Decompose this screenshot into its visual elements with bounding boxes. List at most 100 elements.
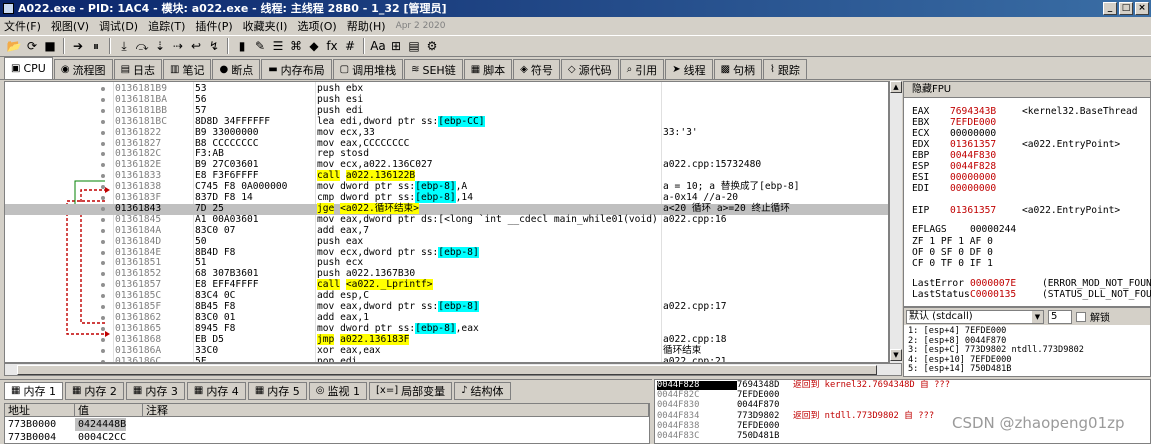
unlock-checkbox[interactable] (1076, 311, 1086, 322)
tab-graph[interactable]: ◉ 流程图 (53, 59, 113, 79)
menu-item[interactable]: 文件(F) (4, 18, 41, 34)
disasm-row[interactable]: 0136184D 50 push eax (5, 236, 888, 248)
open-icon[interactable]: 📂 (6, 38, 22, 54)
tab-memory-2[interactable]: ▦ 内存 3 (125, 381, 185, 400)
stack-row[interactable]: 0044F830 0044F870 (657, 401, 1147, 411)
register-value[interactable]: 00000000 (950, 183, 1022, 194)
register-laststatus[interactable]: LastStatusC0000135 (STATUS_DLL_NOT_FOU (912, 289, 1151, 300)
bookmark-icon[interactable]: ◆ (306, 38, 322, 54)
tab-trace[interactable]: ⌇ 跟踪 (763, 59, 807, 79)
tab-memory-0[interactable]: ▦ 内存 1 (4, 381, 63, 400)
breakpoint-dot-icon[interactable] (101, 348, 105, 353)
arguments-panel[interactable]: 默认 (stdcall) ▼ 5 解锁 1: [esp+4] 7EFDE000 2… (903, 307, 1151, 377)
patch-icon[interactable]: ✎ (252, 38, 268, 54)
disasm-row[interactable]: 0136181BC 8D8D 34FFFFFF lea edi,dword ptr … (5, 115, 888, 128)
register-esp[interactable]: ESP 0044F828 (912, 161, 1022, 172)
tab-handles[interactable]: ▩ 句柄 (713, 59, 763, 79)
tab-script[interactable]: ▦ 脚本 (463, 59, 513, 79)
function-icon[interactable]: fx (324, 38, 340, 54)
breakpoint-dot-icon[interactable] (101, 272, 105, 277)
argument-row[interactable]: 1: [esp+4] 7EFDE000 (908, 327, 1006, 336)
flags-row[interactable]: CF 0 TF 0 IF 1 (912, 258, 993, 269)
register-lasterror[interactable]: LastError 0000007E (ERROR_MOD_NOT_FOUN (912, 278, 1151, 289)
tab-struct-7[interactable]: ♪ 结构体 (454, 381, 511, 400)
breakpoint-dot-icon[interactable] (101, 228, 105, 233)
register-edi[interactable]: EDI 00000000 (912, 183, 1022, 194)
close-button[interactable]: × (1135, 2, 1149, 15)
disassembly-view[interactable]: 0136181B9 53 push ebx 0136181BA 56 push esi 01… (4, 81, 889, 363)
argument-row[interactable]: 3: [esp+C] 773D9802 ntdll.773D9802 (908, 346, 1084, 355)
restart-icon[interactable]: ⟳ (24, 38, 40, 54)
breakpoint-dot-icon[interactable] (101, 261, 105, 266)
maximize-button[interactable]: □ (1119, 2, 1133, 15)
breakpoint-dot-icon[interactable] (101, 315, 105, 320)
memory-value[interactable]: 0004C2CC (75, 431, 126, 444)
breakpoint-dot-icon[interactable] (101, 196, 105, 200)
stack-row[interactable]: 0044F82C 7EFDE000 (657, 390, 1147, 400)
breakpoint-dot-icon[interactable] (101, 294, 105, 299)
stack-row[interactable]: 0044F828 7694348D 返回到 kernel32.7694348D 自 … (657, 380, 1147, 391)
memory-address[interactable]: 773B0004 (5, 431, 56, 444)
breakpoint-dot-icon[interactable] (101, 174, 105, 179)
breakpoint-dot-icon[interactable] (101, 163, 105, 168)
breakpoint-dot-icon[interactable] (101, 108, 105, 113)
tab-watch-5[interactable]: ◎ 监视 1 (308, 381, 367, 400)
stack-view[interactable]: 0044F828 7694348D 返回到 kernel32.7694348D 自 … (654, 379, 1151, 444)
register-eip[interactable]: EIP 01361357 <a022.EntryPoint> (912, 205, 1120, 216)
argument-count-stepper[interactable]: 5 (1048, 309, 1072, 324)
tab-references[interactable]: ⌕ 引用 (619, 59, 665, 79)
tab-memory-3[interactable]: ▦ 内存 4 (186, 381, 246, 400)
breakpoint-dot-icon[interactable] (101, 206, 105, 211)
disasm-row[interactable]: 01361868 EB D5 jmp a022.136183F a022.cpp:18 (5, 333, 888, 346)
argument-row[interactable]: 5: [esp+14] 750D481B (908, 365, 1011, 374)
disasm-row[interactable]: 0136184A 83C0 07 add eax,7 (5, 225, 888, 237)
calculator-icon[interactable]: ⊞ (388, 38, 404, 54)
comment-icon[interactable]: ☰ (270, 38, 286, 54)
tab-call-stack[interactable]: ▢ 调用堆栈 (332, 59, 404, 79)
breakpoint-dot-icon[interactable] (101, 283, 105, 288)
breakpoint-dot-icon[interactable] (101, 141, 105, 146)
settings-icon[interactable]: ⚙ (424, 38, 440, 54)
menu-item[interactable]: 帮助(H) (347, 18, 386, 34)
run-icon[interactable]: ➔ (70, 38, 86, 54)
register-value[interactable]: C0000135 (970, 289, 1042, 300)
register-ebx[interactable]: EBX 7EFDE000 (912, 117, 1022, 128)
tab-notes[interactable]: ▥ 笔记 (163, 59, 212, 79)
notes-icon[interactable]: ▤ (406, 38, 422, 54)
disasm-row[interactable]: 01361822 B9 33000000 mov ecx,33 33:'3' (5, 127, 888, 139)
register-value[interactable]: 7694343B (950, 106, 1022, 117)
font-icon[interactable]: Aa (370, 38, 386, 54)
tab-symbols[interactable]: ◈ 符号 (513, 59, 560, 79)
registers-panel[interactable]: 隐藏FPU EAX 7694343B <kernel32.BaseThread EBX… (903, 81, 1151, 307)
step-over-icon[interactable]: ⤼ (134, 38, 150, 54)
scroll-down-icon[interactable]: ▼ (890, 349, 902, 361)
stack-row[interactable]: 0044F83C 750D481B (657, 431, 1147, 441)
run-to-user-code-icon[interactable]: ↯ (206, 38, 222, 54)
trace-over-icon[interactable]: ⇢ (170, 38, 186, 54)
breakpoint-dot-icon[interactable] (101, 239, 105, 244)
tab-breakpoint[interactable]: ● 断点 (212, 59, 261, 79)
register-value[interactable]: 00000000 (950, 128, 1022, 139)
tab-memory-4[interactable]: ▦ 内存 5 (247, 381, 307, 400)
column-header-value[interactable]: 值 (75, 404, 143, 417)
tab-memory-1[interactable]: ▦ 内存 2 (64, 381, 124, 400)
breakpoint-dot-icon[interactable] (101, 97, 105, 102)
tab-memory-map[interactable]: ▬ 内存布局 (261, 59, 332, 79)
register-eflags[interactable]: EFLAGS 00000244 (912, 224, 1042, 235)
menu-item[interactable]: 追踪(T) (148, 18, 185, 34)
register-value[interactable]: 01361357 (950, 205, 1022, 216)
register-value[interactable]: 0044F830 (950, 150, 1022, 161)
register-ebp[interactable]: EBP 0044F830 (912, 150, 1022, 161)
memory-value[interactable]: 0424448B (75, 418, 127, 431)
menu-item[interactable]: 收藏夹(I) (243, 18, 288, 34)
memory-address[interactable]: 773B0000 (5, 418, 56, 431)
breakpoint-dot-icon[interactable] (101, 130, 105, 135)
breakpoint-dot-icon[interactable] (101, 250, 105, 255)
register-eax[interactable]: EAX 7694343B <kernel32.BaseThread (912, 106, 1138, 117)
register-value[interactable]: 0044F828 (950, 161, 1022, 172)
tab-cpu[interactable]: ▣ CPU (4, 57, 53, 79)
memory-dump-table[interactable]: 地址 值 注释 773B0000 0424448B 773B0004 0004C2CC (4, 403, 650, 444)
register-value[interactable]: 00000244 (970, 224, 1042, 235)
breakpoint-dot-icon[interactable] (101, 326, 105, 331)
breakpoint-dot-icon[interactable] (101, 337, 105, 342)
